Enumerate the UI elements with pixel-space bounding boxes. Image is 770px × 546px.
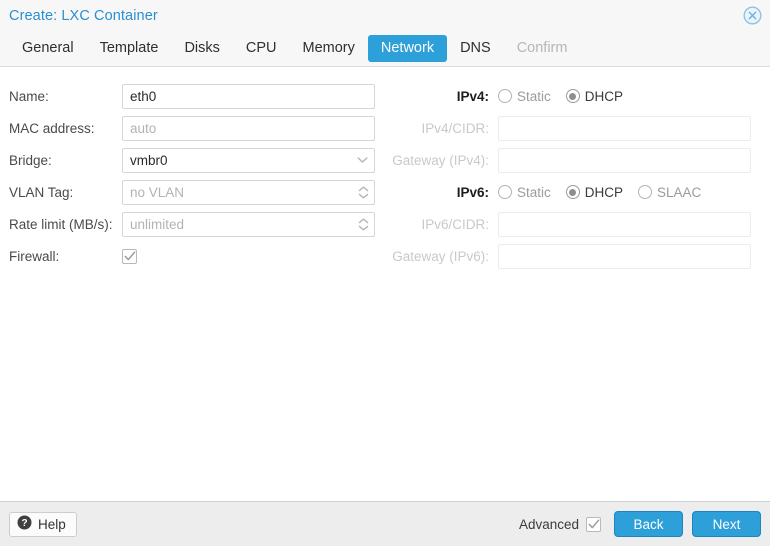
field-row-ipv4-cidr: IPv4/CIDR: xyxy=(385,113,770,143)
form-column-left: Name: eth0 MAC address: auto Bridge: vmb… xyxy=(0,81,385,501)
ipv4-radio-group: Static DHCP xyxy=(498,89,631,104)
radio-circle-filled-icon xyxy=(565,89,580,103)
ipv6-label: IPv6: xyxy=(456,184,489,200)
ipv4-dhcp-radio[interactable]: DHCP xyxy=(565,88,624,104)
tab-cpu[interactable]: CPU xyxy=(233,35,290,62)
vlan-tag-label: VLAN Tag: xyxy=(9,184,74,200)
advanced-toggle[interactable]: Advanced xyxy=(518,516,601,532)
next-button[interactable]: Next xyxy=(692,511,761,537)
tab-dns[interactable]: DNS xyxy=(447,35,504,62)
ipv6-dhcp-label: DHCP xyxy=(584,184,624,200)
field-row-mac-address: MAC address: auto xyxy=(9,113,385,143)
firewall-label: Firewall: xyxy=(9,248,60,264)
ipv6-cidr-input xyxy=(498,211,751,237)
network-form: Name: eth0 MAC address: auto Bridge: vmb… xyxy=(0,67,770,501)
field-row-name: Name: eth0 xyxy=(9,81,385,111)
ipv6-slaac-label: SLAAC xyxy=(657,184,702,200)
tab-confirm: Confirm xyxy=(516,40,568,56)
advanced-checkbox[interactable] xyxy=(586,516,601,532)
vlan-tag-value: no VLAN xyxy=(130,184,185,200)
radio-circle-icon xyxy=(498,89,512,103)
question-circle-icon: ? xyxy=(17,515,32,533)
field-row-vlan-tag: VLAN Tag: no VLAN xyxy=(9,177,385,207)
tab-network[interactable]: Network xyxy=(367,35,448,62)
dialog-title: Create: LXC Container xyxy=(9,7,158,24)
rate-limit-stepper[interactable]: unlimited xyxy=(122,211,375,237)
field-row-ipv6-gateway: Gateway (IPv6): xyxy=(385,241,770,271)
ipv4-static-radio[interactable]: Static xyxy=(498,89,551,104)
ipv6-dhcp-radio[interactable]: DHCP xyxy=(565,184,624,200)
mac-address-input[interactable]: auto xyxy=(122,115,375,141)
form-column-right: IPv4: Static DHCP IPv4/CIDR: Gateway (IP… xyxy=(385,81,770,501)
field-row-bridge: Bridge: vmbr0 xyxy=(9,145,385,175)
ipv6-static-label: Static xyxy=(517,184,551,200)
ipv6-slaac-radio[interactable]: SLAAC xyxy=(638,185,701,200)
svg-text:?: ? xyxy=(21,518,27,529)
bridge-label: Bridge: xyxy=(9,152,52,168)
help-button-label: Help xyxy=(38,516,66,532)
dialog-footer: ? Help Advanced Back Next xyxy=(0,501,770,546)
tab-template[interactable]: Template xyxy=(87,35,172,62)
tab-memory[interactable]: Memory xyxy=(290,35,368,62)
field-row-ipv4-mode: IPv4: Static DHCP xyxy=(385,81,770,111)
wizard-tabbar: General Template Disks CPU Memory Networ… xyxy=(0,31,770,67)
ipv6-gateway-input xyxy=(498,243,751,269)
ipv4-gateway-input xyxy=(498,147,751,173)
field-row-firewall: Firewall: xyxy=(9,241,385,271)
help-button[interactable]: ? Help xyxy=(9,511,77,537)
tab-general[interactable]: General xyxy=(9,35,87,62)
ipv4-static-label: Static xyxy=(517,88,551,104)
ipv4-label: IPv4: xyxy=(456,88,489,104)
ipv6-cidr-label: IPv6/CIDR: xyxy=(421,216,489,232)
name-input[interactable]: eth0 xyxy=(122,83,375,109)
name-label: Name: xyxy=(9,88,49,104)
ipv6-static-radio[interactable]: Static xyxy=(498,185,551,200)
field-row-ipv4-gateway: Gateway (IPv4): xyxy=(385,145,770,175)
firewall-checkbox[interactable] xyxy=(122,248,137,264)
ipv4-gateway-label: Gateway (IPv4): xyxy=(392,152,489,168)
vlan-tag-stepper[interactable]: no VLAN xyxy=(122,179,375,205)
footer-actions: Advanced Back Next xyxy=(519,511,761,537)
spinner-updown-icon[interactable] xyxy=(357,181,370,204)
chevron-down-icon[interactable] xyxy=(355,149,370,172)
bridge-select[interactable]: vmbr0 xyxy=(122,147,375,173)
radio-circle-icon xyxy=(498,185,512,199)
radio-circle-filled-icon xyxy=(565,185,580,199)
ipv6-gateway-label: Gateway (IPv6): xyxy=(392,248,489,264)
ipv4-dhcp-label: DHCP xyxy=(584,88,624,104)
back-button[interactable]: Back xyxy=(614,511,683,537)
mac-address-label: MAC address: xyxy=(9,120,95,136)
rate-limit-value: unlimited xyxy=(130,216,185,232)
dialog-titlebar: Create: LXC Container xyxy=(0,0,770,31)
bridge-value: vmbr0 xyxy=(130,152,168,168)
field-row-ipv6-cidr: IPv6/CIDR: xyxy=(385,209,770,239)
ipv6-radio-group: Static DHCP SLAAC xyxy=(498,185,709,200)
spinner-updown-icon[interactable] xyxy=(357,213,370,236)
ipv4-cidr-label: IPv4/CIDR: xyxy=(421,120,489,136)
rate-limit-label: Rate limit (MB/s): xyxy=(9,216,113,232)
advanced-label: Advanced xyxy=(518,516,579,532)
radio-circle-icon xyxy=(638,185,653,199)
ipv4-cidr-input xyxy=(498,115,751,141)
tab-disks[interactable]: Disks xyxy=(171,35,232,62)
close-icon[interactable] xyxy=(742,5,762,25)
field-row-rate-limit: Rate limit (MB/s): unlimited xyxy=(9,209,385,239)
create-lxc-container-dialog: Create: LXC Container General Template D… xyxy=(0,0,770,546)
field-row-ipv6-mode: IPv6: Static DHCP SLAAC xyxy=(385,177,770,207)
